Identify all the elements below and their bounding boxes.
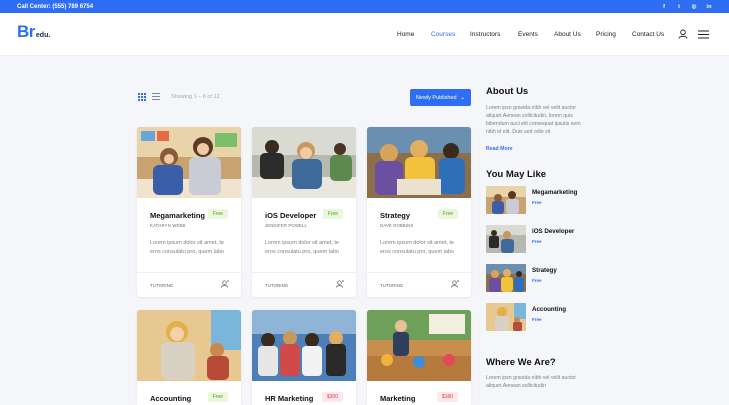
related-course-title[interactable]: Accounting [532, 306, 566, 313]
course-title[interactable]: Marketing [380, 394, 415, 403]
course-image [252, 127, 356, 198]
user-icon [451, 280, 459, 288]
related-course-title[interactable]: iOS Developer [532, 228, 574, 235]
course-title[interactable]: Strategy [380, 211, 410, 220]
nav-item-courses[interactable]: Courses [431, 31, 455, 38]
site-logo[interactable]: Br edu. [17, 22, 51, 41]
course-title[interactable]: HR Marketing [265, 394, 313, 403]
results-count: Showing 1 – 8 of 12 [171, 94, 220, 100]
price-badge: Free [437, 209, 458, 219]
user-icon [221, 280, 229, 288]
related-course-price: Free [532, 317, 542, 322]
where-text: Lorem ipsn gravida nibh vel velit auctor… [486, 375, 576, 389]
instagram-icon[interactable]: ◎ [691, 4, 697, 10]
related-course-price: Free [532, 278, 542, 283]
price-badge: Free [322, 209, 343, 219]
sort-label: Newly Published [415, 94, 457, 101]
you-may-like-heading: You May Like [486, 169, 547, 180]
about-text: Lorem ipsn gravida nibh vel velit auctor… [486, 105, 581, 135]
course-image [252, 310, 356, 381]
course-title[interactable]: iOS Developer [265, 211, 316, 220]
grid-view-icon[interactable] [138, 93, 146, 101]
sort-dropdown[interactable]: Newly Published ⌄ [410, 89, 471, 106]
course-card[interactable]: HR Marketing $300 [252, 310, 356, 405]
card-divider [137, 272, 241, 273]
card-divider [367, 272, 471, 273]
card-divider [252, 272, 356, 273]
course-author[interactable]: DAVE ROBBINS [380, 223, 414, 228]
course-card[interactable]: Megamarketing Free KATHRYN WEBB Lorem ip… [137, 127, 241, 297]
course-thumbnail[interactable] [486, 264, 526, 292]
related-course-price: Free [532, 239, 542, 244]
nav-item-home[interactable]: Home [397, 31, 414, 38]
related-course-price: Free [532, 200, 542, 205]
chevron-down-icon: ⌄ [460, 94, 466, 101]
top-bar: Call Center: (555) 789 6754 f t ◎ in [0, 0, 729, 13]
related-course-title[interactable]: Strategy [532, 267, 557, 274]
course-title[interactable]: Megamarketing [150, 211, 205, 220]
price-badge: Free [207, 209, 228, 219]
twitter-icon[interactable]: t [676, 4, 682, 10]
course-thumbnail[interactable] [486, 186, 526, 214]
course-image [367, 310, 471, 381]
related-course[interactable]: Accounting Free [486, 303, 586, 331]
course-author[interactable]: KATHRYN WEBB [150, 223, 186, 228]
related-course-title[interactable]: Megamarketing [532, 189, 577, 196]
course-category[interactable]: TUTORING [380, 283, 403, 288]
price-badge: Free [207, 392, 228, 402]
site-header: Br edu. Home Courses Instructors Events … [0, 13, 729, 56]
nav-item-events[interactable]: Events [518, 31, 538, 38]
nav-item-instructors[interactable]: Instructors [470, 31, 500, 38]
related-course[interactable]: iOS Developer Free [486, 225, 586, 253]
call-center-text: Call Center: (555) 789 6754 [17, 3, 94, 10]
about-heading: About Us [486, 86, 529, 97]
nav-item-about-us[interactable]: About Us [554, 31, 581, 38]
logo-mark: Br [17, 22, 35, 41]
course-category[interactable]: TUTORING [265, 283, 288, 288]
linkedin-icon[interactable]: in [706, 4, 712, 10]
course-description: Lorem ipsum dolor sit amet, te eros cons… [380, 240, 454, 255]
course-card[interactable]: Accounting Free [137, 310, 241, 405]
course-category[interactable]: TUTORING [150, 283, 173, 288]
course-card[interactable]: Marketing $180 [367, 310, 471, 405]
course-thumbnail[interactable] [486, 225, 526, 253]
course-thumbnail[interactable] [486, 303, 526, 331]
price-badge: $180 [436, 392, 458, 402]
course-description: Lorem ipsum dolor sit amet, te eros cons… [265, 240, 339, 255]
related-course[interactable]: Strategy Free [486, 264, 586, 292]
user-icon [336, 280, 344, 288]
nav-item-pricing[interactable]: Pricing [596, 31, 616, 38]
nav-item-contact-us[interactable]: Contact Us [632, 31, 664, 38]
read-more-link[interactable]: Read More [486, 146, 513, 152]
course-image [137, 127, 241, 198]
facebook-icon[interactable]: f [661, 4, 667, 10]
user-icon[interactable] [678, 29, 688, 39]
course-card[interactable]: Strategy Free DAVE ROBBINS Lorem ipsum d… [367, 127, 471, 297]
menu-icon[interactable] [698, 30, 709, 39]
related-course[interactable]: Megamarketing Free [486, 186, 586, 214]
where-heading: Where We Are? [486, 357, 556, 368]
logo-suffix: edu. [35, 32, 51, 39]
list-view-icon[interactable] [152, 93, 160, 101]
course-title[interactable]: Accounting [150, 394, 191, 403]
course-image [367, 127, 471, 198]
course-card[interactable]: iOS Developer Free JENNIFER POWELL Lorem… [252, 127, 356, 297]
course-description: Lorem ipsum dolor sit amet, te eros cons… [150, 240, 224, 255]
course-image [137, 310, 241, 381]
course-toolbar: Showing 1 – 8 of 12 Newly Published ⌄ [137, 89, 472, 107]
course-author[interactable]: JENNIFER POWELL [265, 223, 307, 228]
social-links: f t ◎ in [661, 4, 712, 10]
price-badge: $300 [321, 392, 343, 402]
